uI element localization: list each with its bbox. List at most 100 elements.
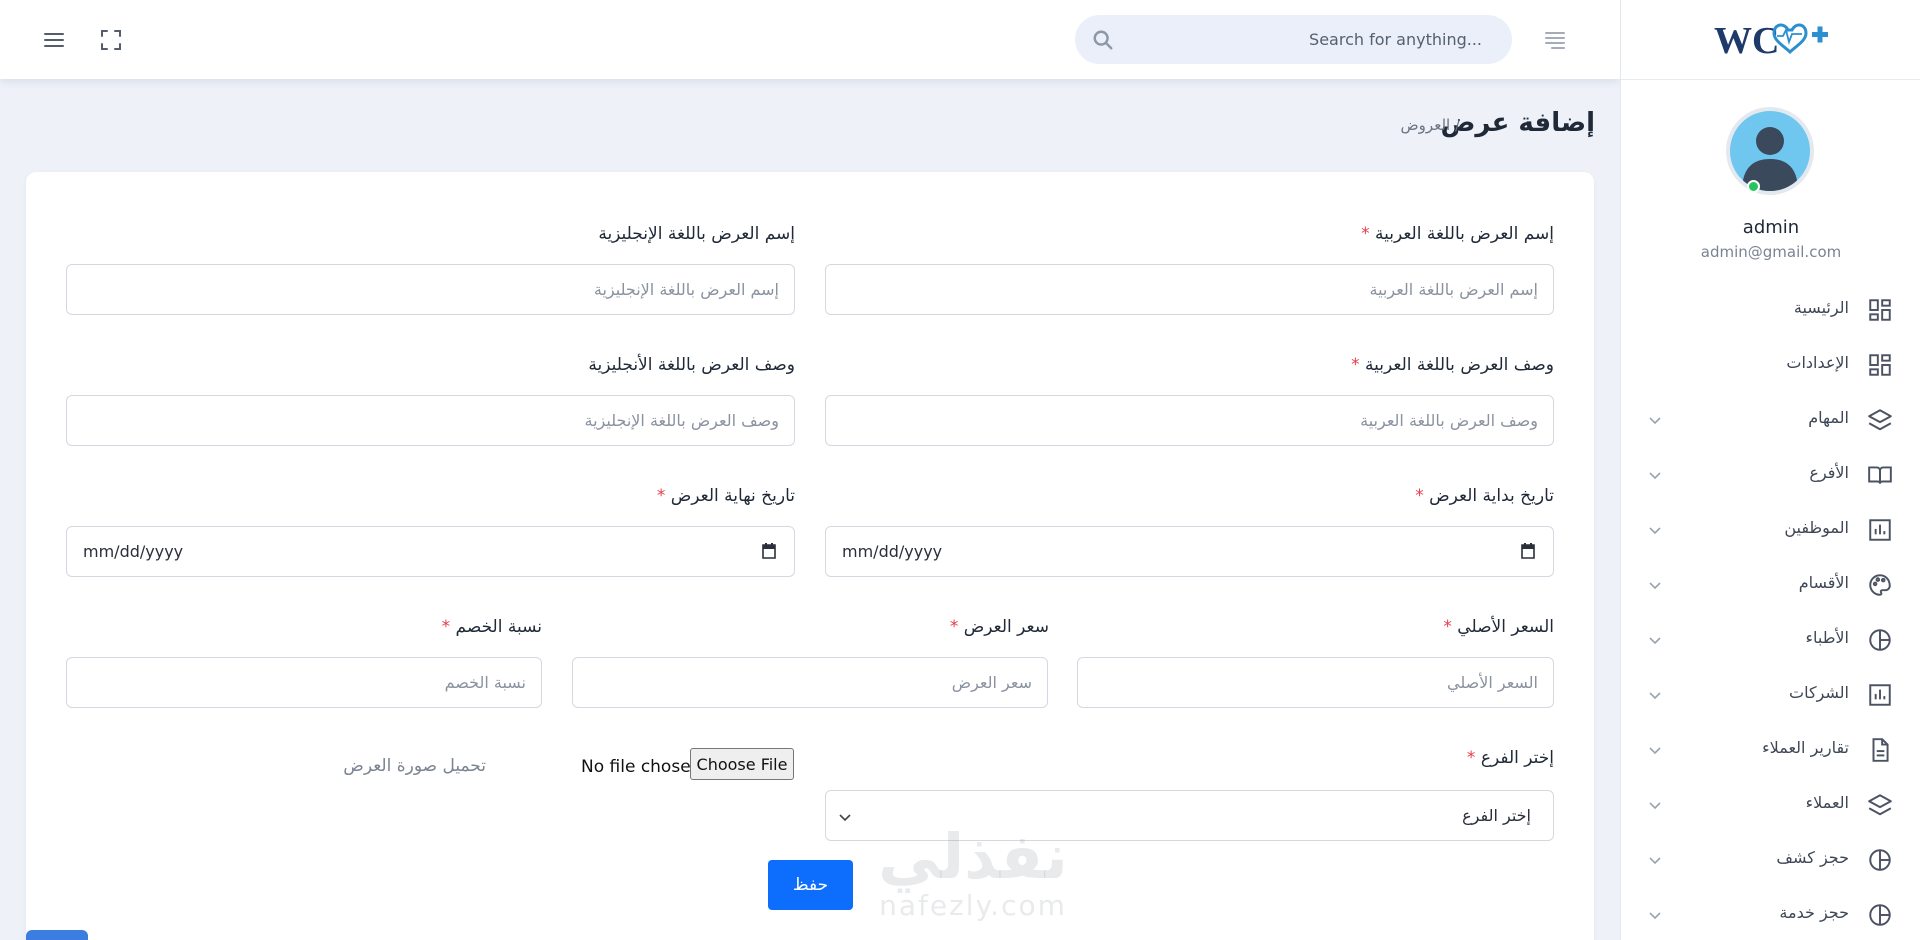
hamburger-menu-icon[interactable] — [42, 28, 66, 52]
name-en-placeholder: إسم العرض باللغة الإنجليزية — [593, 280, 779, 299]
fullscreen-icon[interactable] — [99, 28, 123, 52]
offer-price-placeholder: سعر العرض — [951, 673, 1032, 692]
original-price-label-text: السعر الأصلي — [1457, 617, 1554, 637]
palette-icon — [1869, 574, 1891, 596]
discount-label: نسبة الخصم * — [442, 617, 542, 637]
chevron-down-icon — [1649, 472, 1661, 480]
offer-price-label-text: سعر العرض — [963, 617, 1049, 637]
brand-logo[interactable]: WC — [1714, 16, 1832, 62]
name-ar-label: إسم العرض باللغة العربية * — [1361, 224, 1554, 244]
book-icon — [1868, 466, 1892, 484]
desc-ar-input[interactable]: وصف العرض باللغة العربية — [825, 395, 1554, 446]
pie-chart-icon — [1869, 849, 1891, 871]
sidebar-item-label: الأطباء — [1805, 628, 1849, 647]
sidebar-item-doctors[interactable]: الأطباء — [1621, 612, 1920, 667]
desc-en-label: وصف العرض باللغة الأنجليزية — [588, 355, 795, 375]
end-date-label-text: تاريخ نهاية العرض — [670, 486, 795, 506]
chevron-down-icon — [1649, 527, 1661, 535]
sidebar-item-exam-booking[interactable]: حجز كشف — [1621, 832, 1920, 887]
dashboard-icon — [1869, 354, 1891, 376]
sidebar-item-label: المهام — [1808, 408, 1849, 427]
desc-en-placeholder: وصف العرض باللغة الإنجليزية — [584, 411, 779, 430]
document-icon — [1872, 738, 1889, 762]
choose-file-button[interactable]: Choose File — [690, 748, 794, 780]
sidebar-item-service-booking[interactable]: حجز خدمة — [1621, 887, 1920, 940]
sidebar-item-label: الأفرع — [1809, 463, 1849, 482]
discount-label-text: نسبة الخصم — [455, 617, 542, 637]
required-marker: * — [1466, 748, 1476, 768]
upload-image-label: تحميل صورة العرض — [343, 756, 486, 776]
sidebar-item-label: الأقسام — [1798, 573, 1849, 592]
sidebar-item-label: حجز كشف — [1776, 848, 1849, 867]
chevron-down-icon — [1649, 637, 1661, 645]
sidebar-item-label: الإعدادات — [1786, 353, 1849, 372]
sidebar-divider — [1621, 79, 1920, 80]
chevron-down-icon — [1649, 747, 1661, 755]
search-bar[interactable]: Search for anything... — [1075, 15, 1512, 64]
desc-ar-placeholder: وصف العرض باللغة العربية — [1360, 411, 1538, 430]
end-date-label: تاريخ نهاية العرض * — [657, 486, 795, 506]
end-date-value: mm/dd/yyyy — [83, 542, 184, 561]
name-ar-placeholder: إسم العرض باللغة العربية — [1369, 280, 1539, 299]
sidebar-item-clients[interactable]: العملاء — [1621, 777, 1920, 832]
file-status: No file chosen — [581, 757, 702, 777]
original-price-input[interactable]: السعر الأصلي — [1077, 657, 1554, 708]
bar-chart-icon — [1869, 519, 1891, 541]
name-ar-input[interactable]: إسم العرض باللغة العربية — [825, 264, 1554, 315]
avatar[interactable] — [1726, 107, 1814, 195]
discount-input[interactable]: نسبة الخصم — [66, 657, 542, 708]
user-avatar-icon — [1742, 127, 1798, 191]
end-date-input[interactable]: mm/dd/yyyy — [66, 526, 795, 577]
dashboard-icon — [1869, 299, 1891, 321]
chevron-down-icon — [1649, 692, 1661, 700]
original-price-placeholder: السعر الأصلي — [1446, 673, 1538, 692]
sidebar-item-branches[interactable]: الأفرع — [1621, 447, 1920, 502]
required-marker: * — [1361, 224, 1370, 244]
align-right-icon[interactable] — [1543, 28, 1567, 52]
offer-price-input[interactable]: سعر العرض — [572, 657, 1048, 708]
breadcrumb[interactable]: / العروض — [1360, 116, 1460, 134]
start-date-value: mm/dd/yyyy — [842, 542, 943, 561]
bar-chart-icon — [1869, 684, 1891, 706]
sidebar-item-home[interactable]: الرئيسية — [1621, 282, 1920, 337]
scroll-to-top-button[interactable] — [26, 930, 88, 940]
desc-en-input[interactable]: وصف العرض باللغة الإنجليزية — [66, 395, 795, 446]
watermark-latin: nafezly.com — [879, 889, 1067, 922]
search-input[interactable]: Search for anything... — [1309, 30, 1482, 49]
original-price-label: السعر الأصلي * — [1443, 617, 1554, 637]
save-button[interactable]: حفظ — [768, 860, 853, 910]
sidebar-item-client-reports[interactable]: تقارير العملاء — [1621, 722, 1920, 777]
sidebar-item-label: الموظفين — [1784, 518, 1849, 537]
sidebar-item-employees[interactable]: الموظفين — [1621, 502, 1920, 557]
name-en-label: إسم العرض باللغة الإنجليزية — [598, 224, 795, 244]
desc-ar-label: وصف العرض باللغة العربية * — [1351, 355, 1554, 375]
start-date-label-text: تاريخ بداية العرض — [1429, 486, 1554, 506]
sidebar-item-label: الشركات — [1789, 683, 1849, 702]
branch-label-text: إختر الفرع — [1480, 748, 1554, 768]
calendar-icon[interactable] — [1519, 542, 1537, 560]
sidebar: WC admin admin@gmail.com الرئيسية الإعدا… — [1620, 0, 1920, 940]
pie-chart-icon — [1869, 904, 1891, 926]
chevron-down-icon — [1649, 857, 1661, 865]
pie-chart-icon — [1869, 629, 1891, 651]
required-marker: * — [1351, 355, 1360, 375]
branch-label: إختر الفرع * — [1467, 748, 1554, 768]
required-marker: * — [949, 617, 959, 637]
chevron-down-icon — [1649, 912, 1661, 920]
branch-select[interactable]: إختر الفرع — [825, 790, 1554, 841]
sidebar-item-settings[interactable]: الإعدادات — [1621, 337, 1920, 392]
sidebar-item-tasks[interactable]: المهام — [1621, 392, 1920, 447]
name-en-input[interactable]: إسم العرض باللغة الإنجليزية — [66, 264, 795, 315]
layers-icon — [1868, 794, 1892, 816]
start-date-input[interactable]: mm/dd/yyyy — [825, 526, 1554, 577]
offer-price-label: سعر العرض * — [950, 617, 1049, 637]
sidebar-item-companies[interactable]: الشركات — [1621, 667, 1920, 722]
calendar-icon[interactable] — [760, 542, 778, 560]
sidebar-item-label: تقارير العملاء — [1762, 738, 1849, 757]
name-ar-label-text: إسم العرض باللغة العربية — [1374, 224, 1554, 244]
sidebar-menu: الرئيسية الإعدادات المهام الأفرع الموظفي… — [1621, 282, 1920, 940]
desc-ar-label-text: وصف العرض باللغة العربية — [1365, 355, 1554, 375]
chevron-down-icon — [1649, 582, 1661, 590]
chevron-down-icon — [839, 814, 851, 822]
sidebar-item-departments[interactable]: الأقسام — [1621, 557, 1920, 612]
